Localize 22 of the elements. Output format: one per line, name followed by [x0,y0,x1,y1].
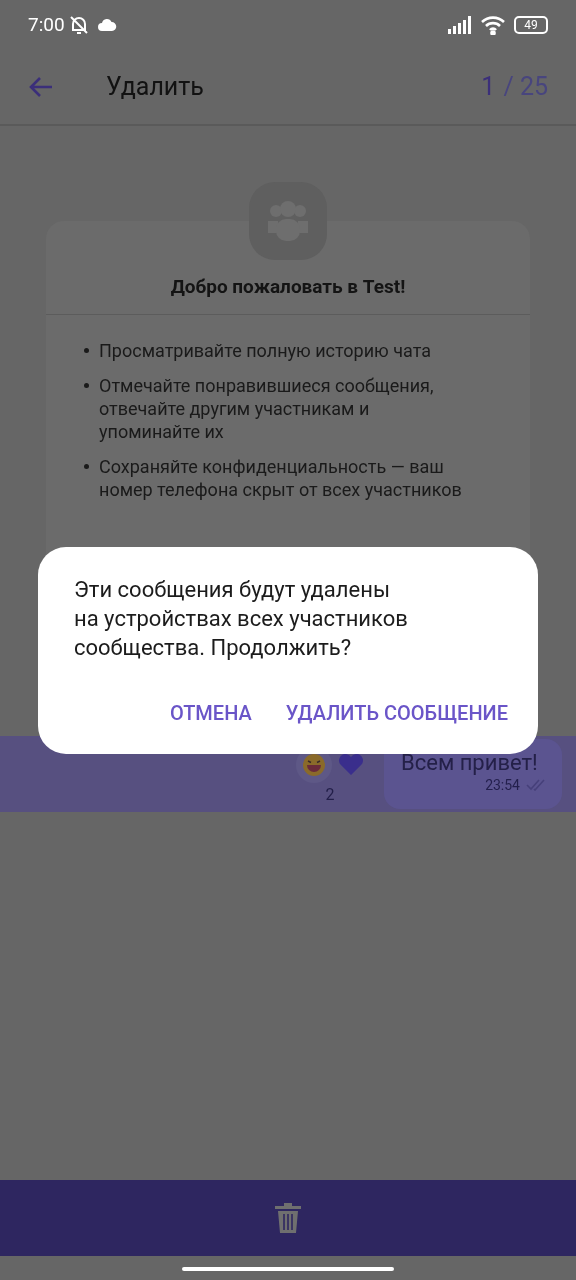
welcome-bullet: Отмечайте понравившиеся сообщения, отвечайте другим участникам и упоминайте их [99,373,435,443]
welcome-title: Добро пожаловать в Test! [46,273,530,315]
dialog-message: Эти сообщения будут удалены на устройствах всех участников сообщества. Продолжить? [74,576,409,662]
heart-icon [338,753,364,776]
status-time: 7:00 [28,11,65,38]
message-text: Всем привет! [401,750,539,775]
welcome-bullet: Просматривайте полную историю чата [99,338,431,362]
wifi-icon [480,15,506,35]
bullet-icon [84,463,89,469]
delete-button[interactable]: УДАЛИТЬ СООБЩЕНИЕ [285,698,508,728]
bullet-icon [84,347,89,353]
back-arrow-icon[interactable] [28,75,54,99]
battery-icon: 49 [514,16,548,34]
signal-icon [448,16,474,34]
bullet-icon [84,382,89,388]
cancel-button[interactable]: ОТМЕНА [169,698,252,728]
welcome-bullet: Сохраняйте конфиденциальность — ваш номер телефона скрыт от всех участников [99,454,463,501]
screen-title: Удалить [106,71,204,104]
cloud-icon [96,18,117,32]
reaction-count: 2 [325,786,335,803]
trash-icon[interactable] [275,1203,301,1233]
message-time: 23:54 [485,775,520,795]
